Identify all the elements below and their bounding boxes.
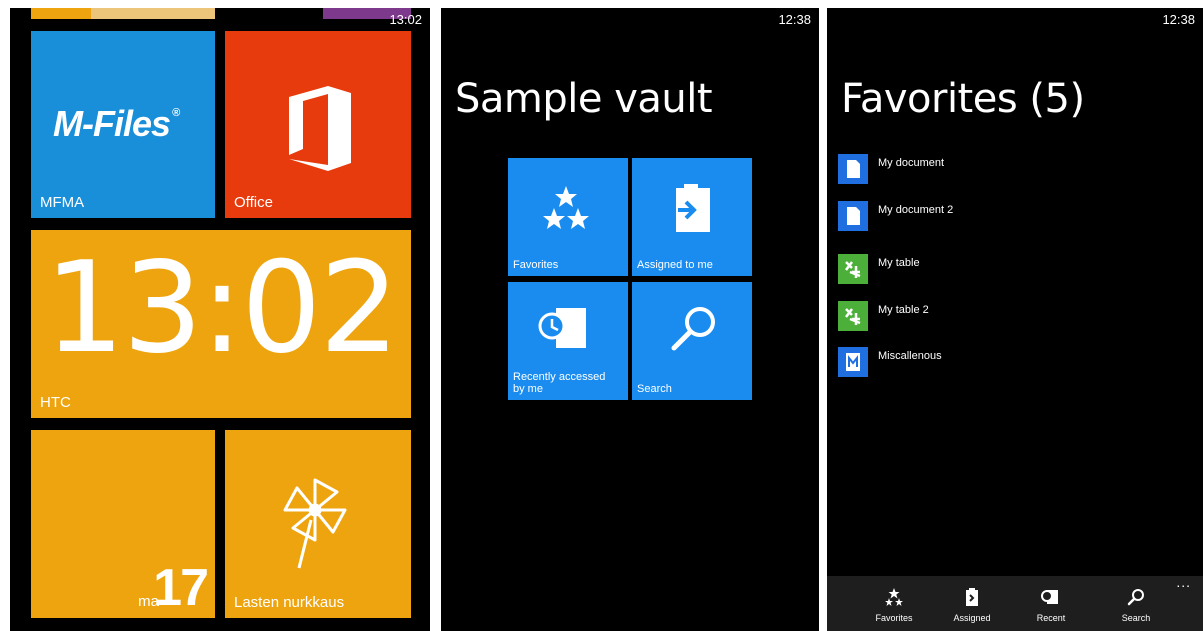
tile-mfma[interactable]: M-Files ® MFMA	[31, 31, 215, 218]
tile-assigned-to-me[interactable]: Assigned to me	[632, 158, 752, 276]
tile-recently-accessed[interactable]: Recently accessed by me	[508, 282, 628, 400]
list-item[interactable]: My document 2	[838, 201, 1138, 231]
table-icon	[838, 254, 868, 284]
vault-screen-phone: 12:38 Sample vault Favorites Assigned to…	[441, 8, 819, 631]
page-title: Favorites (5)	[841, 76, 1085, 122]
status-clock: 12:38	[778, 12, 811, 27]
list-item[interactable]: My table	[838, 254, 1138, 284]
tile-kids-corner[interactable]: Lasten nurkkaus	[225, 430, 411, 618]
appbar-label: Search	[1121, 613, 1151, 623]
document-icon	[838, 154, 868, 184]
status-clock: 13:02	[389, 12, 422, 27]
clock-document-icon	[538, 308, 586, 348]
stars-icon	[885, 588, 903, 606]
top-tile-strip-orange	[31, 8, 91, 19]
list-item-label: My table 2	[878, 304, 929, 316]
more-button[interactable]: ...	[1176, 574, 1191, 590]
tile-favorites[interactable]: Favorites	[508, 158, 628, 276]
page-title: Sample vault	[455, 76, 713, 122]
tile-label: Assigned to me	[637, 259, 713, 271]
list-item-label: My document 2	[878, 204, 954, 216]
tile-office[interactable]: Office	[225, 31, 411, 218]
start-screen-phone: 13:02 M-Files ® MFMA Office 13:02 HTC ma …	[10, 8, 430, 631]
calendar-date: 17	[153, 559, 209, 617]
status-clock: 12:38	[1162, 12, 1195, 27]
top-tile-strip-beige	[91, 8, 215, 19]
list-item[interactable]: My document	[838, 154, 1138, 184]
appbar-label: Favorites	[875, 613, 913, 623]
tile-label: Recently accessed by me	[513, 371, 606, 395]
tile-label: Search	[637, 383, 672, 395]
tile-calendar[interactable]: ma 17	[31, 430, 215, 618]
tile-label: Favorites	[513, 259, 559, 271]
table-icon	[838, 301, 868, 331]
pinwheel-icon	[283, 478, 347, 569]
application-bar: ... Favorites Assigned Recent Search	[827, 574, 1203, 631]
list-item[interactable]: Miscallenous	[838, 347, 1138, 377]
tile-label: Office	[234, 194, 273, 211]
mfiles-logo: M-Files ®	[53, 103, 180, 144]
list-item-label: My table	[878, 257, 920, 269]
recent-icon	[1041, 590, 1058, 604]
clipboard-icon	[966, 588, 978, 606]
appbar-recent-button[interactable]: Recent	[1021, 586, 1081, 630]
stars-icon	[543, 186, 589, 229]
appbar-favorites-button[interactable]: Favorites	[864, 586, 924, 630]
search-icon	[671, 307, 715, 351]
list-item-label: My document	[878, 157, 945, 169]
appbar-label: Assigned	[953, 613, 991, 623]
appbar-search-button[interactable]: Search	[1106, 586, 1166, 630]
appbar-assigned-button[interactable]: Assigned	[942, 586, 1002, 630]
tile-label: HTC	[40, 394, 71, 411]
tile-label: MFMA	[40, 194, 85, 211]
tile-label: Lasten nurkkaus	[234, 594, 345, 611]
misc-document-icon	[838, 347, 868, 377]
tile-htc-clock[interactable]: 13:02 HTC	[31, 230, 411, 418]
clipboard-arrow-icon	[676, 184, 710, 232]
list-item-label: Miscallenous	[878, 350, 942, 362]
favorites-screen-phone: 12:38 Favorites (5) My document My docum…	[827, 8, 1203, 631]
search-icon	[1127, 589, 1144, 606]
appbar-label: Recent	[1036, 613, 1066, 623]
list-item[interactable]: My table 2	[838, 301, 1138, 331]
tile-search[interactable]: Search	[632, 282, 752, 400]
htc-clock-time: 13:02	[44, 234, 399, 381]
document-icon	[838, 201, 868, 231]
office-logo-icon	[289, 86, 351, 171]
